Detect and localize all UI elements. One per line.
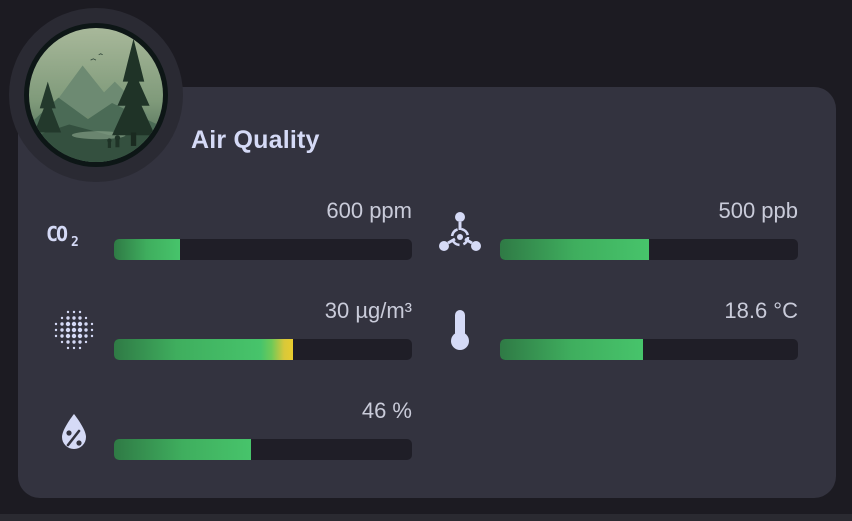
particle-dot [84, 316, 88, 320]
particle-dot [72, 346, 76, 350]
co2-icon: CO 2 [42, 210, 90, 258]
particle-dot [77, 327, 83, 333]
co2-value: 600 ppm [326, 198, 412, 223]
particle-dot [78, 310, 82, 314]
particle-dot [66, 310, 70, 314]
sensor-pm25[interactable]: 30 µg/m³ [54, 298, 412, 362]
particle-dot [72, 340, 76, 344]
pm25-value: 30 µg/m³ [324, 298, 412, 323]
sensor-voc[interactable]: 500 ppb [439, 198, 798, 262]
particle-dot [84, 322, 88, 326]
page: Air Quality CO 2 600 ppm 500 ppb 30 µg/m… [0, 0, 852, 521]
humidity-level-bar [114, 439, 412, 460]
particle-dot [54, 334, 58, 338]
sensor-humidity[interactable]: 46 % [62, 398, 412, 462]
avatar [24, 23, 168, 167]
particle-dot [60, 322, 64, 326]
voc-level-bar [500, 239, 798, 260]
particle-dot [60, 340, 64, 344]
particle-dot [78, 316, 82, 320]
particle-dot [77, 321, 83, 327]
pm25-level-bar [114, 339, 412, 360]
svg-text:CO: CO [46, 222, 68, 246]
bottom-edge [0, 514, 852, 521]
temperature-level-bar [500, 339, 798, 360]
humidity-value: 46 % [361, 398, 412, 423]
particle-dot [65, 333, 71, 339]
co2-level-bar [114, 239, 412, 260]
particle-dot [66, 340, 70, 344]
sensor-co2[interactable]: CO 2 600 ppm [46, 198, 412, 262]
molecule-icon [436, 208, 484, 256]
particle-dot [54, 328, 58, 332]
particle-dot [60, 334, 64, 338]
particle-dot [78, 340, 82, 344]
particle-dot [84, 340, 88, 344]
particle-dot [90, 322, 94, 326]
particle-dot [77, 333, 83, 339]
particles-icon [50, 306, 98, 354]
particle-dot [90, 328, 94, 332]
particle-dot [65, 327, 71, 333]
particle-dot [71, 321, 77, 327]
co2-level-fill [114, 239, 180, 260]
particle-dot [84, 328, 88, 332]
thermometer-icon [436, 306, 484, 354]
card-title: Air Quality [191, 126, 320, 154]
particle-dot [66, 346, 70, 350]
particle-dot [84, 334, 88, 338]
particle-dot [60, 316, 64, 320]
voc-level-fill [500, 239, 649, 260]
svg-text:2: 2 [71, 235, 79, 249]
particle-dot [71, 333, 77, 339]
particle-dot [72, 310, 76, 314]
particle-dot [65, 321, 71, 327]
particle-dot [66, 316, 70, 320]
particle-dot [71, 327, 77, 333]
voc-value: 500 ppb [718, 198, 798, 223]
humidity-level-fill [114, 439, 252, 460]
sensor-temperature[interactable]: 18.6 °C [451, 298, 798, 362]
water-percent-icon [50, 408, 98, 456]
temperature-level-fill [500, 339, 644, 360]
pm25-level-fill [114, 339, 293, 360]
particle-dot [90, 334, 94, 338]
temperature-value: 18.6 °C [724, 298, 798, 323]
particle-dot [54, 322, 58, 326]
particle-dot [72, 316, 76, 320]
particle-dot [60, 328, 64, 332]
particle-dot [78, 346, 82, 350]
avatar-frame [9, 8, 183, 182]
forest-landscape-image [29, 28, 163, 162]
